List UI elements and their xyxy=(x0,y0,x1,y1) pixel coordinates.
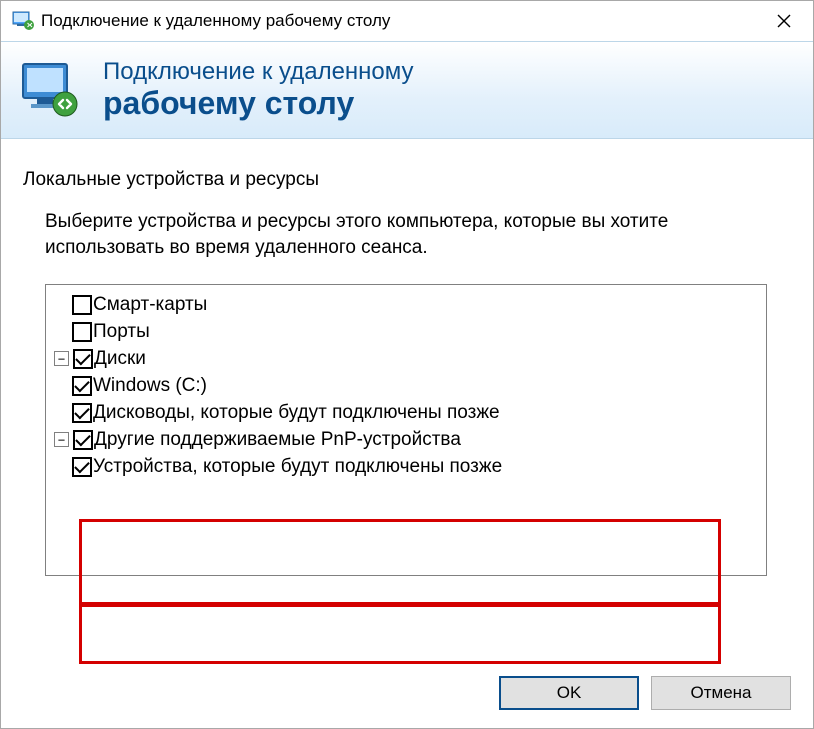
rdp-banner-icon xyxy=(19,58,83,122)
tree-item-drives[interactable]: − Диски xyxy=(50,345,762,372)
tree-item-later-devices[interactable]: Устройства, которые будут подключены поз… xyxy=(50,453,762,480)
banner: Подключение к удаленному рабочему столу xyxy=(1,41,813,139)
content-area: Локальные устройства и ресурсы Выберите … xyxy=(1,139,813,728)
checkbox-later-drives[interactable] xyxy=(72,403,92,423)
banner-line-2: рабочему столу xyxy=(103,86,414,121)
checkbox-ports[interactable] xyxy=(72,322,92,342)
label-other-pnp: Другие поддерживаемые PnP-устройства xyxy=(94,426,461,453)
tree-item-other-pnp[interactable]: − Другие поддерживаемые PnP-устройства xyxy=(50,426,762,453)
collapse-icon[interactable]: − xyxy=(54,351,69,366)
ok-button[interactable]: OK xyxy=(499,676,639,710)
titlebar: Подключение к удаленному рабочему столу xyxy=(1,1,813,41)
checkbox-later-devices[interactable] xyxy=(72,457,92,477)
cancel-button[interactable]: Отмена xyxy=(651,676,791,710)
ok-button-label: OK xyxy=(557,683,582,703)
group-label: Локальные устройства и ресурсы xyxy=(23,169,791,191)
banner-line-1: Подключение к удаленному xyxy=(103,59,414,85)
label-drives: Диски xyxy=(94,345,146,372)
button-row: OK Отмена xyxy=(499,676,791,710)
annotation-highlight-pnp xyxy=(79,604,721,664)
checkbox-smartcards[interactable] xyxy=(72,295,92,315)
tree-item-smartcards[interactable]: Смарт-карты xyxy=(50,291,762,318)
cancel-button-label: Отмена xyxy=(691,683,752,703)
label-windows-c: Windows (C:) xyxy=(93,372,207,399)
instruction-text: Выберите устройства и ресурсы этого комп… xyxy=(45,209,791,260)
label-ports: Порты xyxy=(93,318,150,345)
banner-text: Подключение к удаленному рабочему столу xyxy=(103,59,414,121)
close-icon xyxy=(777,14,791,28)
checkbox-windows-c[interactable] xyxy=(72,376,92,396)
tree-item-later-drives[interactable]: Дисководы, которые будут подключены позж… xyxy=(50,399,762,426)
window-title: Подключение к удаленному рабочему столу xyxy=(41,11,755,31)
tree-item-ports[interactable]: Порты xyxy=(50,318,762,345)
close-button[interactable] xyxy=(755,1,813,41)
collapse-icon[interactable]: − xyxy=(54,432,69,447)
checkbox-drives[interactable] xyxy=(73,349,93,369)
checkbox-other-pnp[interactable] xyxy=(73,430,93,450)
label-later-devices: Устройства, которые будут подключены поз… xyxy=(93,453,502,480)
tree-item-windows-c[interactable]: Windows (C:) xyxy=(50,372,762,399)
device-tree[interactable]: Смарт-карты Порты − Диски Windows (C:) Д… xyxy=(45,284,767,576)
label-smartcards: Смарт-карты xyxy=(93,291,207,318)
rdp-title-icon xyxy=(11,9,35,33)
label-later-drives: Дисководы, которые будут подключены позж… xyxy=(93,399,500,426)
rdp-dialog-window: Подключение к удаленному рабочему столу … xyxy=(0,0,814,729)
